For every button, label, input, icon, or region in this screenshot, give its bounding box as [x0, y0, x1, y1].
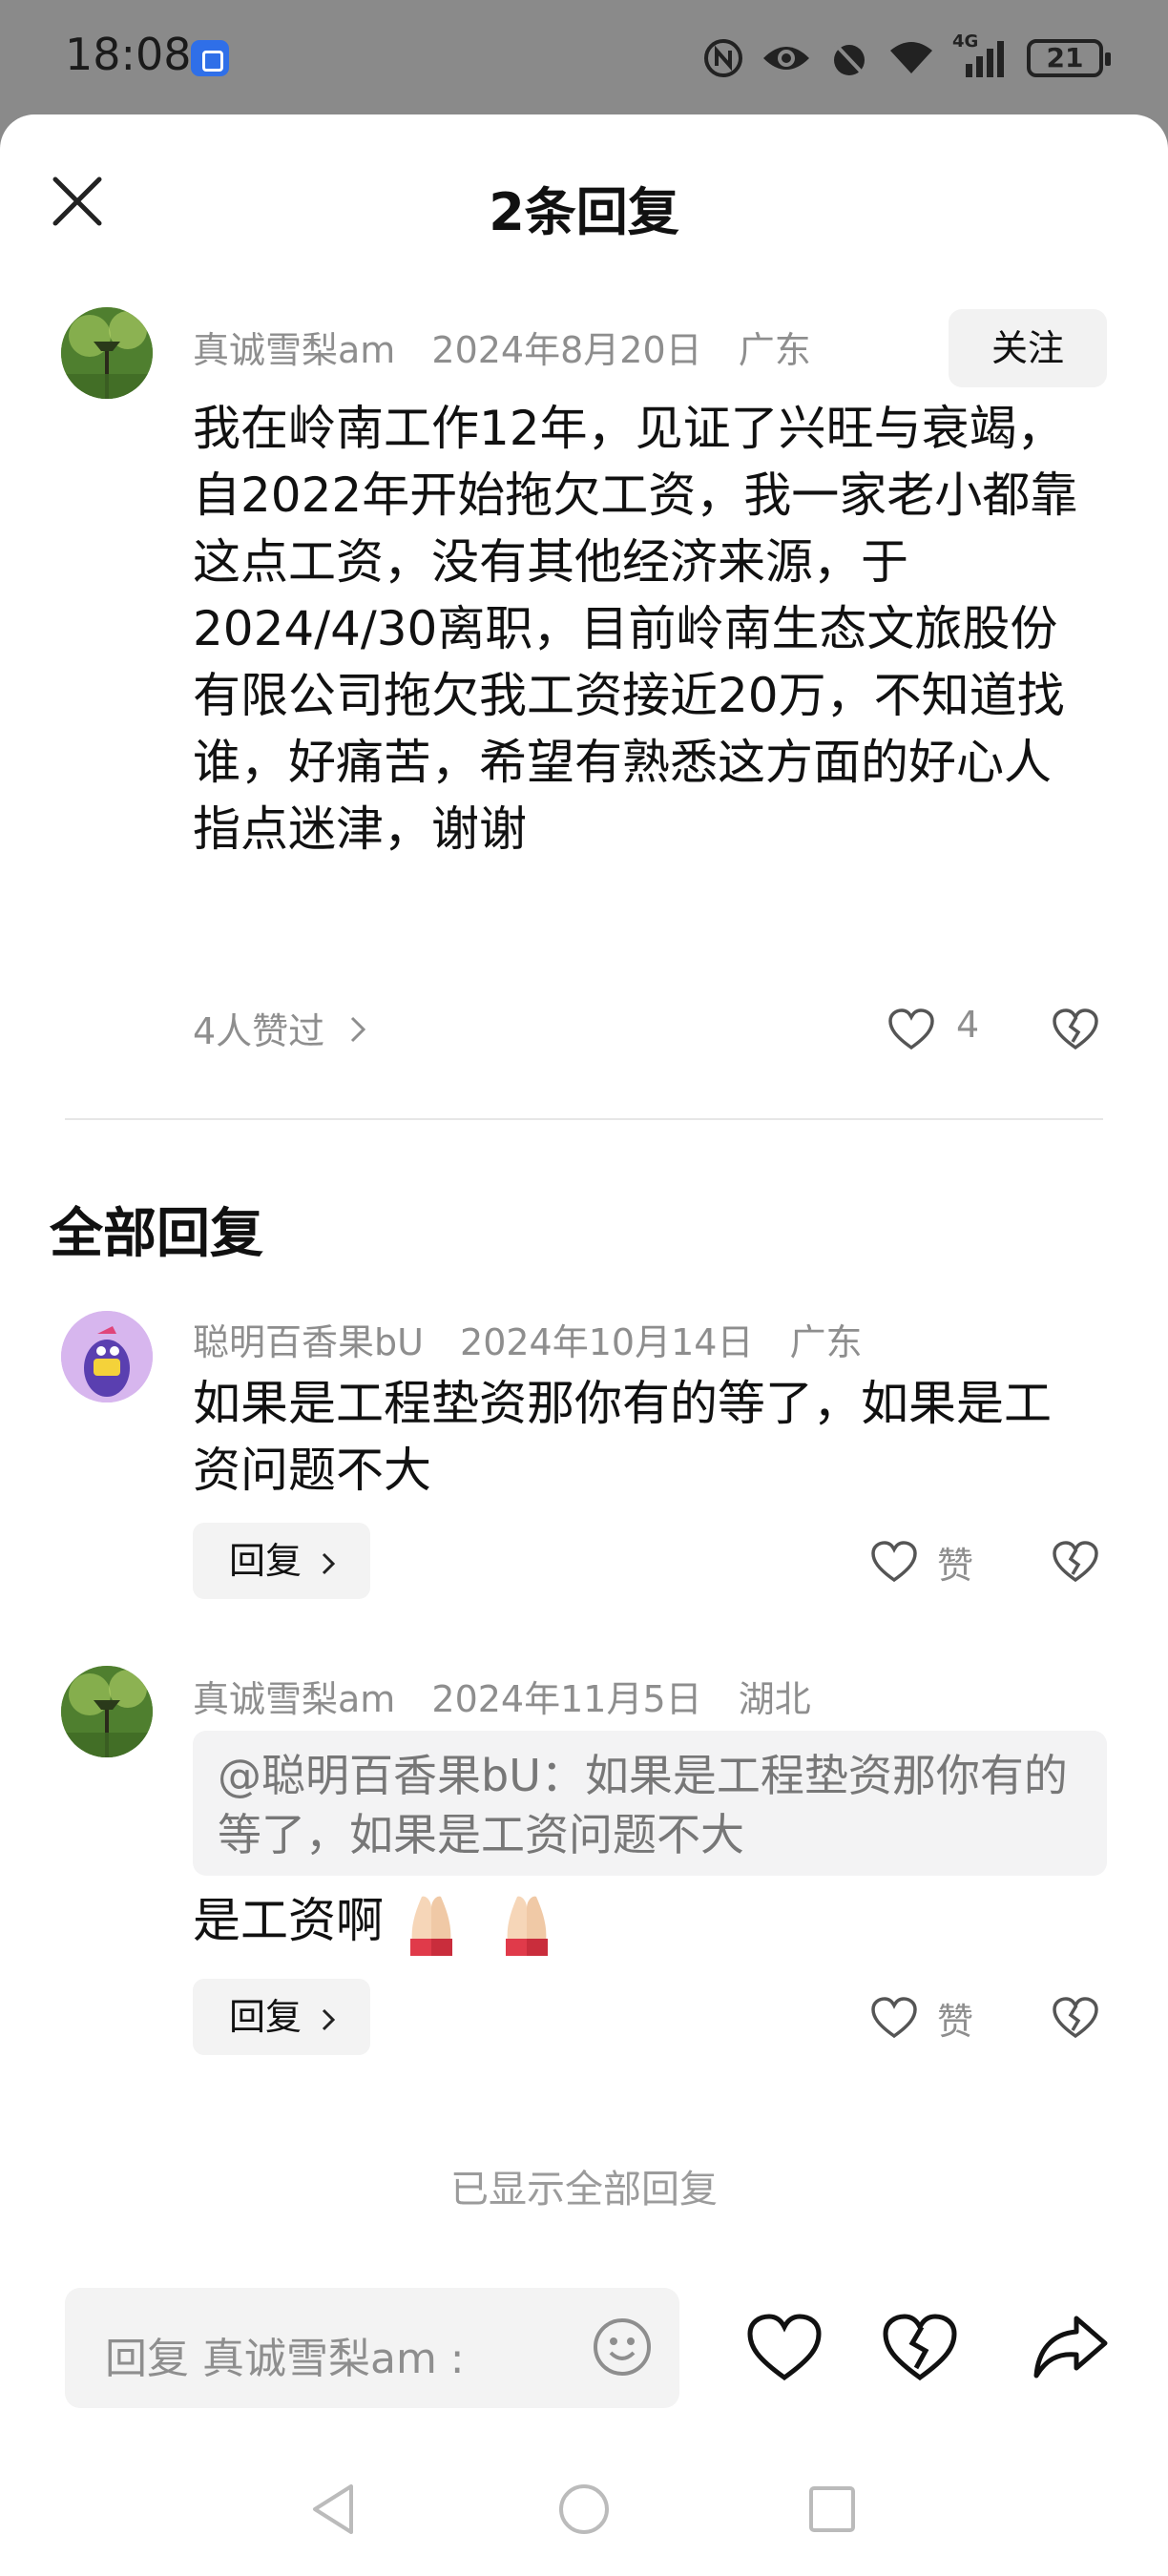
avatar-image — [61, 307, 153, 399]
end-of-replies-note: 已显示全部回复 — [450, 2168, 718, 2212]
nfc-icon — [704, 39, 742, 77]
likes-summary: 4人赞过 — [193, 1010, 325, 1052]
app-notification-icon — [191, 40, 229, 76]
reply-username[interactable]: 聪明百香果bU — [193, 1321, 424, 1363]
reply-text: 是工资啊 — [193, 1893, 384, 1948]
reply-username[interactable]: 真诚雪梨am — [193, 1678, 395, 1720]
reply-input[interactable]: 回复 真诚雪梨am : — [65, 2288, 679, 2408]
replies-sheet: 2条回复 真诚雪梨am 2024年8月20日 广东 关注 我在岭南工作12年，见… — [0, 114, 1168, 2576]
reply-button[interactable]: 回复 — [193, 1523, 370, 1599]
likes-summary-link[interactable]: 4人赞过 — [193, 1002, 366, 1054]
broken-heart-icon[interactable] — [1052, 1996, 1099, 2040]
reply-button-label: 回复 — [229, 1996, 302, 2038]
post-username[interactable]: 真诚雪梨am — [193, 329, 395, 371]
heart-icon[interactable] — [870, 1996, 918, 2040]
avatar[interactable] — [61, 307, 153, 399]
reply-meta: 聪明百香果bU 2024年10月14日 广东 — [193, 1313, 887, 1365]
avatar[interactable] — [61, 1666, 153, 1757]
share-icon[interactable] — [1032, 2313, 1109, 2383]
eye-icon — [763, 47, 809, 70]
alarm-off-icon — [832, 41, 866, 77]
reply-date: 2024年10月14日 — [460, 1321, 754, 1363]
status-time: 18:08 — [65, 29, 192, 80]
praying-hands-icon — [505, 1896, 548, 1956]
broken-heart-icon[interactable] — [1052, 1540, 1099, 1584]
reply-button[interactable]: 回复 — [193, 1979, 370, 2055]
praying-hands-icon — [409, 1896, 452, 1956]
triangle-back-icon[interactable] — [305, 2481, 363, 2538]
heart-icon[interactable] — [870, 1540, 918, 1584]
cellular-signal-icon: 4G — [952, 31, 1010, 79]
broken-heart-icon[interactable] — [882, 2313, 958, 2383]
chevron-right-icon — [351, 1016, 366, 1043]
square-recents-icon[interactable] — [803, 2481, 861, 2538]
chevron-right-icon — [323, 1552, 336, 1575]
post-meta: 真诚雪梨am 2024年8月20日 广东 — [193, 321, 836, 373]
sheet-title: 2条回复 — [489, 182, 679, 242]
section-title: 全部回复 — [50, 1203, 263, 1265]
reply-meta: 真诚雪梨am 2024年11月5日 湖北 — [193, 1670, 836, 1722]
reply-button-label: 回复 — [229, 1540, 302, 1582]
chevron-right-icon — [323, 2008, 336, 2031]
avatar-image — [61, 1311, 153, 1402]
reply-input-placeholder: 回复 真诚雪梨am : — [105, 2335, 465, 2383]
circle-home-icon[interactable] — [555, 2481, 613, 2538]
follow-button[interactable]: 关注 — [949, 309, 1107, 387]
reply-text: 如果是工程垫资那你有的等了，如果是工资问题不大 — [193, 1376, 1052, 1498]
reply-text-row: 是工资啊 — [193, 1887, 1090, 1958]
like-label: 赞 — [937, 1545, 974, 1587]
broken-heart-icon[interactable] — [1052, 1008, 1099, 1051]
reply-location: 湖北 — [738, 1678, 811, 1720]
smiley-icon[interactable] — [592, 2316, 653, 2378]
status-bar: 18:08 4G 21 — [0, 0, 1168, 114]
heart-icon[interactable] — [887, 1008, 935, 1051]
avatar-image — [61, 1666, 153, 1757]
divider — [65, 1118, 1103, 1120]
battery-indicator: 21 — [1027, 39, 1111, 77]
status-icons: 4G 21 — [702, 31, 1111, 84]
like-label: 赞 — [937, 2001, 974, 2043]
wifi-icon — [890, 42, 932, 73]
like-count: 4 — [956, 1004, 980, 1046]
reply-date: 2024年11月5日 — [431, 1678, 702, 1720]
reply-location: 广东 — [789, 1321, 863, 1363]
post-body: 我在岭南工作12年，见证了兴旺与衰竭，自2022年开始拖欠工资，我一家老小都靠这… — [193, 401, 1078, 857]
post-location: 广东 — [738, 329, 811, 371]
post-date: 2024年8月20日 — [431, 329, 702, 371]
heart-icon[interactable] — [746, 2313, 823, 2383]
avatar[interactable] — [61, 1311, 153, 1402]
quoted-reply: @聪明百香果bU：如果是工程垫资那你有的等了，如果是工资问题不大 — [193, 1731, 1107, 1876]
